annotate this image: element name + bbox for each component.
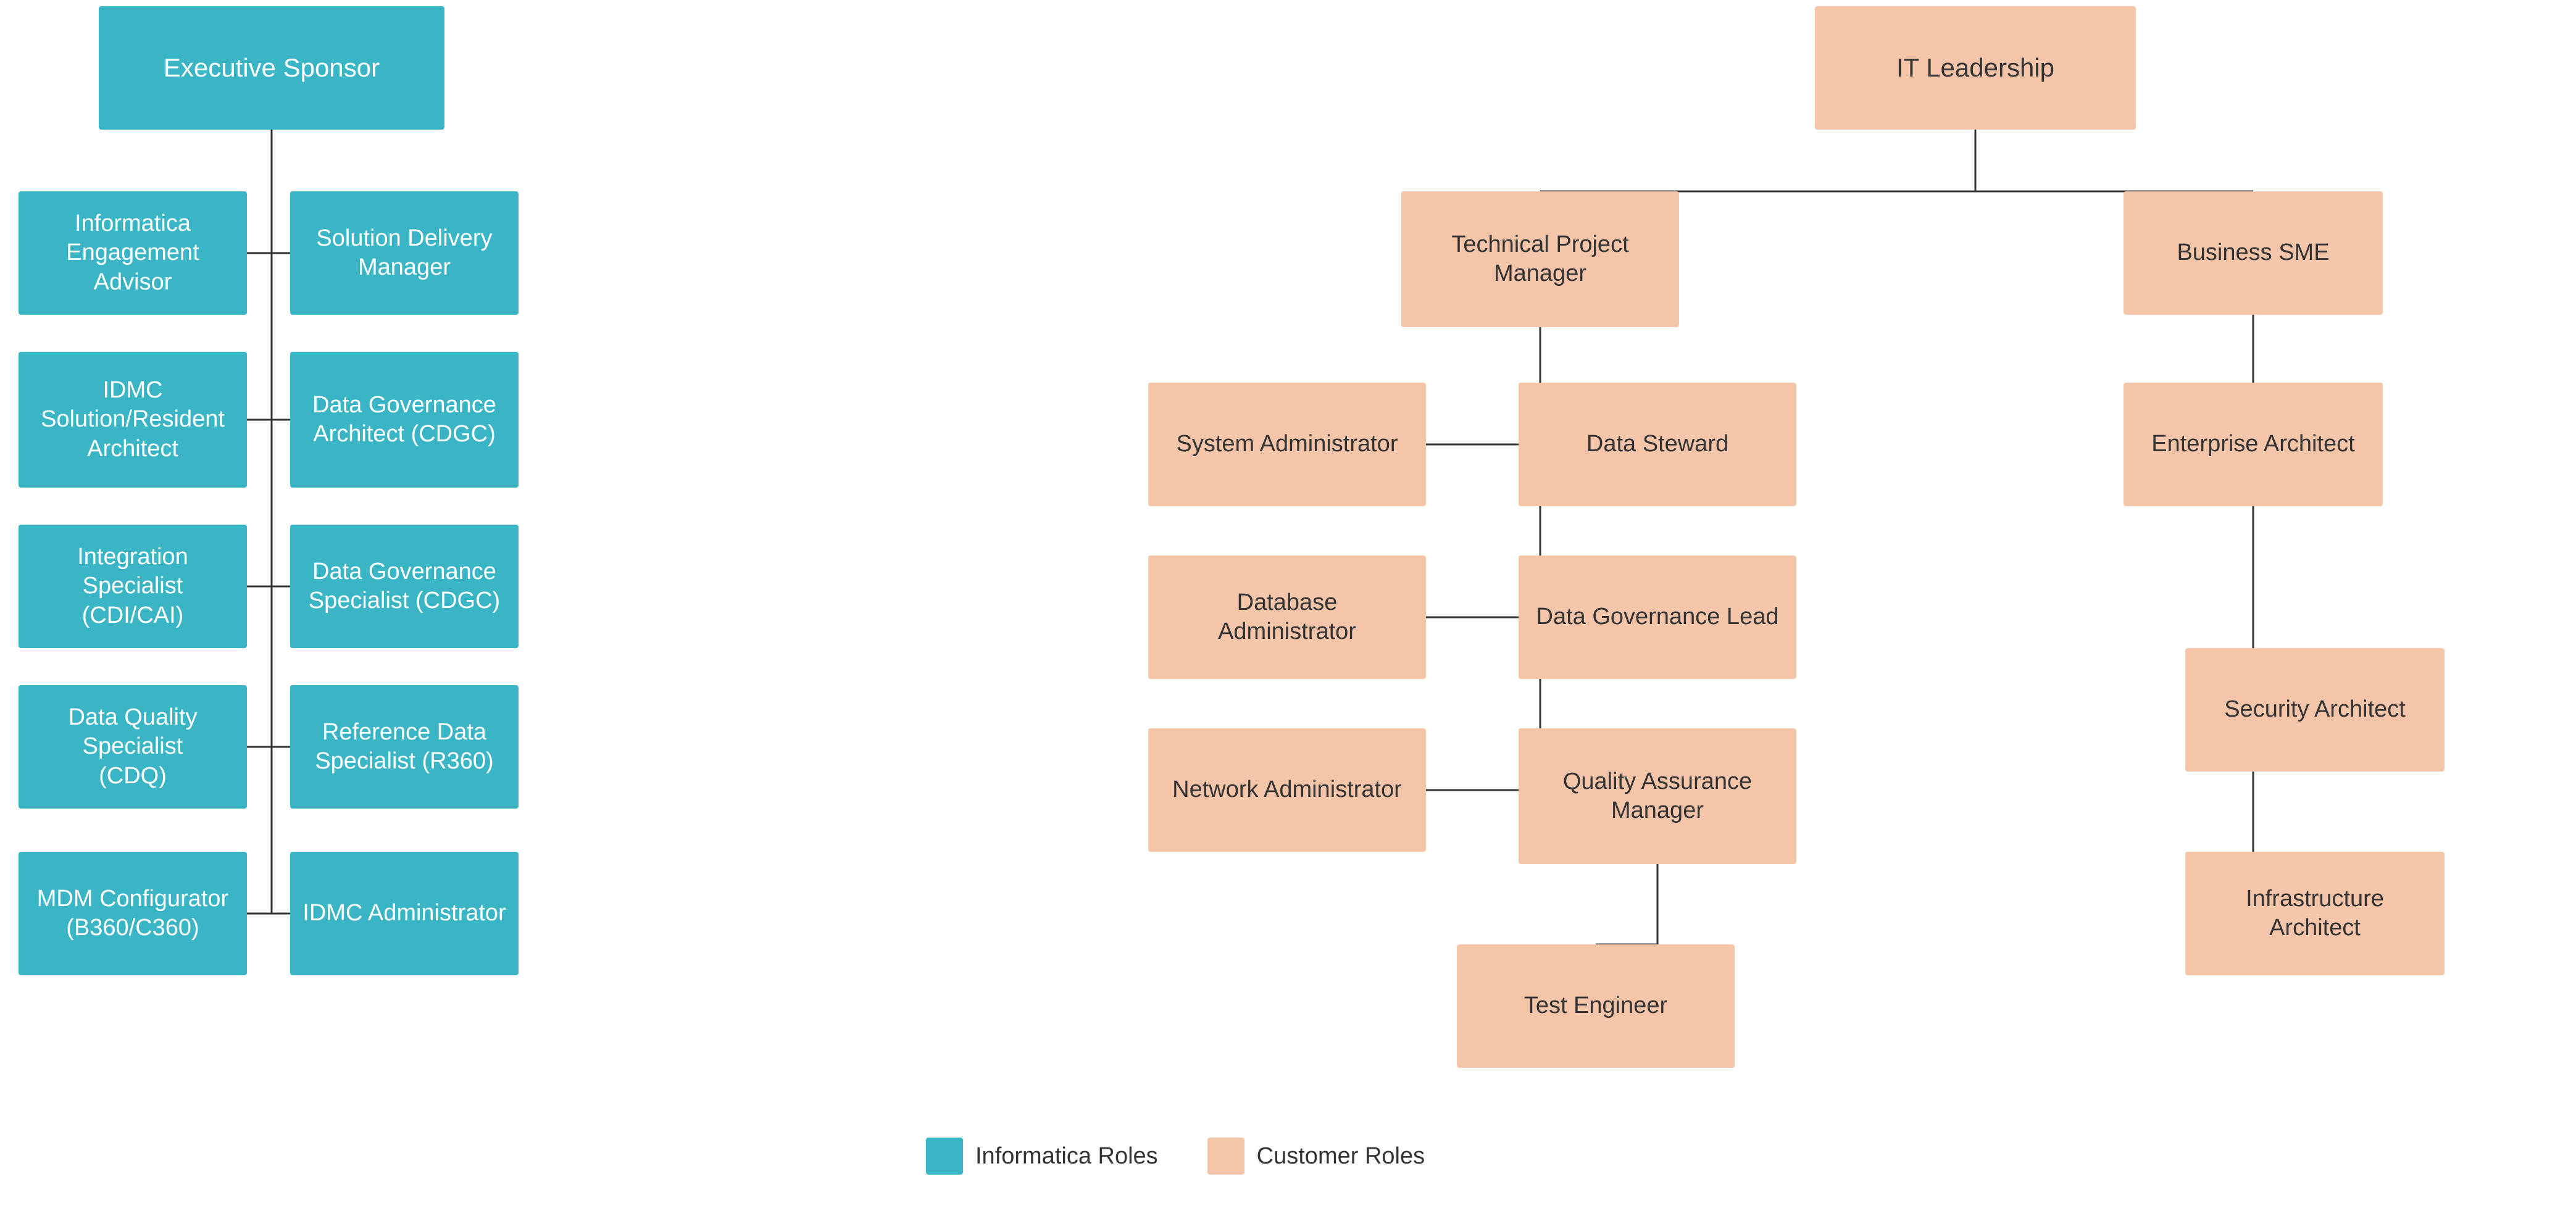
solution-delivery-manager-node: Solution DeliveryManager xyxy=(290,191,519,315)
legend: Informatica Roles Customer Roles xyxy=(926,1138,1425,1175)
data-steward-node: Data Steward xyxy=(1519,383,1796,506)
idmc-solution-resident-architect-node: IDMCSolution/ResidentArchitect xyxy=(19,352,247,488)
customer-legend-label: Customer Roles xyxy=(1257,1143,1425,1170)
infrastructure-architect-node: InfrastructureArchitect xyxy=(2185,852,2445,975)
data-governance-lead-node: Data Governance Lead xyxy=(1519,556,1796,679)
informatica-legend-swatch xyxy=(926,1138,963,1175)
informatica-legend-label: Informatica Roles xyxy=(975,1143,1158,1170)
data-quality-specialist-node: Data Quality Specialist(CDQ) xyxy=(19,685,247,809)
informatica-engagement-advisor-node: InformaticaEngagement Advisor xyxy=(19,191,247,315)
system-administrator-node: System Administrator xyxy=(1148,383,1426,506)
it-leadership-node: IT Leadership xyxy=(1815,6,2136,130)
org-chart: Executive Sponsor InformaticaEngagement … xyxy=(0,0,2576,1224)
network-administrator-node: Network Administrator xyxy=(1148,728,1426,852)
mdm-configurator-node: MDM Configurator(B360/C360) xyxy=(19,852,247,975)
business-sme-node: Business SME xyxy=(2124,191,2383,315)
reference-data-specialist-node: Reference DataSpecialist (R360) xyxy=(290,685,519,809)
integration-specialist-node: Integration Specialist(CDI/CAI) xyxy=(19,525,247,648)
idmc-administrator-node: IDMC Administrator xyxy=(290,852,519,975)
test-engineer-node: Test Engineer xyxy=(1457,944,1735,1068)
enterprise-architect-node: Enterprise Architect xyxy=(2124,383,2383,506)
quality-assurance-manager-node: Quality AssuranceManager xyxy=(1519,728,1796,864)
database-administrator-node: DatabaseAdministrator xyxy=(1148,556,1426,679)
customer-legend-swatch xyxy=(1207,1138,1244,1175)
exec-sponsor-node: Executive Sponsor xyxy=(99,6,444,130)
data-governance-architect-node: Data GovernanceArchitect (CDGC) xyxy=(290,352,519,488)
customer-legend-item: Customer Roles xyxy=(1207,1138,1425,1175)
technical-project-manager-node: Technical ProjectManager xyxy=(1401,191,1679,327)
security-architect-node: Security Architect xyxy=(2185,648,2445,772)
data-governance-specialist-node: Data GovernanceSpecialist (CDGC) xyxy=(290,525,519,648)
informatica-legend-item: Informatica Roles xyxy=(926,1138,1158,1175)
